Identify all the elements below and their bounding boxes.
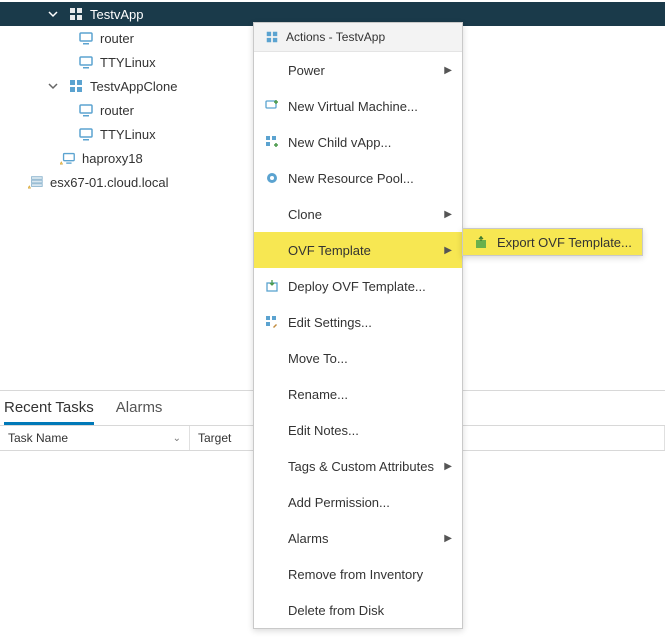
tree-item-label: esx67-01.cloud.local: [50, 175, 169, 190]
new-vapp-icon: [264, 134, 280, 150]
tree-item-label: router: [100, 31, 134, 46]
new-vm-icon: [264, 98, 280, 114]
menu-remove-inventory[interactable]: Remove from Inventory: [254, 556, 462, 592]
host-warning-icon: [28, 174, 44, 190]
menu-rename[interactable]: Rename...: [254, 376, 462, 412]
menu-label: New Child vApp...: [288, 135, 391, 150]
resource-pool-icon: [264, 170, 280, 186]
tree-item-label: TTYLinux: [100, 55, 156, 70]
menu-new-resource-pool[interactable]: New Resource Pool...: [254, 160, 462, 196]
menu-alarms[interactable]: Alarms ▶: [254, 520, 462, 556]
vm-icon: [78, 102, 94, 118]
caret-down-icon: [46, 81, 60, 91]
menu-power[interactable]: Power ▶: [254, 52, 462, 88]
submenu-arrow-icon: ▶: [444, 209, 452, 220]
tree-item-label: TTYLinux: [100, 127, 156, 142]
menu-add-permission[interactable]: Add Permission...: [254, 484, 462, 520]
submenu-arrow-icon: ▶: [444, 533, 452, 544]
menu-move-to[interactable]: Move To...: [254, 340, 462, 376]
export-ovf-icon: [473, 234, 489, 250]
vapp-icon: [68, 78, 84, 94]
vapp-icon: [264, 29, 280, 45]
menu-header-label: Actions - TestvApp: [286, 30, 385, 44]
menu-tags[interactable]: Tags & Custom Attributes ▶: [254, 448, 462, 484]
submenu-arrow-icon: ▶: [444, 461, 452, 472]
caret-down-icon: [46, 9, 60, 19]
tree-item-label: router: [100, 103, 134, 118]
col-header-task-name[interactable]: Task Name ⌄: [0, 426, 190, 450]
vm-icon: [78, 30, 94, 46]
menu-new-vm[interactable]: New Virtual Machine...: [254, 88, 462, 124]
submenu-arrow-icon: ▶: [444, 65, 452, 76]
menu-label: Alarms: [288, 531, 328, 546]
menu-delete-disk[interactable]: Delete from Disk: [254, 592, 462, 628]
menu-label: Add Permission...: [288, 495, 390, 510]
menu-label: Power: [288, 63, 325, 78]
col-label: Task Name: [8, 431, 68, 445]
menu-edit-settings[interactable]: Edit Settings...: [254, 304, 462, 340]
menu-label: Move To...: [288, 351, 348, 366]
menu-label: Rename...: [288, 387, 348, 402]
vm-icon: [78, 126, 94, 142]
menu-label: Export OVF Template...: [497, 235, 632, 250]
menu-clone[interactable]: Clone ▶: [254, 196, 462, 232]
deploy-ovf-icon: [264, 278, 280, 294]
tab-alarms[interactable]: Alarms: [116, 399, 163, 425]
menu-label: Delete from Disk: [288, 603, 384, 618]
menu-label: Deploy OVF Template...: [288, 279, 426, 294]
menu-label: Edit Notes...: [288, 423, 359, 438]
menu-label: New Resource Pool...: [288, 171, 414, 186]
tree-item-label: TestvApp: [90, 7, 143, 22]
ovf-submenu: Export OVF Template...: [462, 228, 643, 256]
tab-recent-tasks[interactable]: Recent Tasks: [4, 399, 94, 425]
edit-settings-icon: [264, 314, 280, 330]
tree-item-label: haproxy18: [82, 151, 143, 166]
tab-label: Recent Tasks: [4, 399, 94, 416]
tab-label: Alarms: [116, 399, 163, 416]
menu-header: Actions - TestvApp: [254, 23, 462, 52]
menu-label: Tags & Custom Attributes: [288, 459, 434, 474]
col-label: Target: [198, 431, 231, 445]
menu-label: Clone: [288, 207, 322, 222]
submenu-arrow-icon: ▶: [444, 245, 452, 256]
sort-icon: ⌄: [173, 433, 181, 444]
submenu-export-ovf[interactable]: Export OVF Template...: [463, 229, 642, 255]
tree-item-label: TestvAppClone: [90, 79, 177, 94]
vapp-icon: [68, 6, 84, 22]
vm-warning-icon: [60, 150, 76, 166]
actions-context-menu: Actions - TestvApp Power ▶ New Virtual M…: [253, 22, 463, 629]
menu-label: Remove from Inventory: [288, 567, 423, 582]
menu-label: New Virtual Machine...: [288, 99, 418, 114]
menu-ovf-template[interactable]: OVF Template ▶: [254, 232, 462, 268]
menu-label: OVF Template: [288, 243, 371, 258]
menu-label: Edit Settings...: [288, 315, 372, 330]
menu-new-child-vapp[interactable]: New Child vApp...: [254, 124, 462, 160]
vm-icon: [78, 54, 94, 70]
menu-deploy-ovf[interactable]: Deploy OVF Template...: [254, 268, 462, 304]
menu-edit-notes[interactable]: Edit Notes...: [254, 412, 462, 448]
